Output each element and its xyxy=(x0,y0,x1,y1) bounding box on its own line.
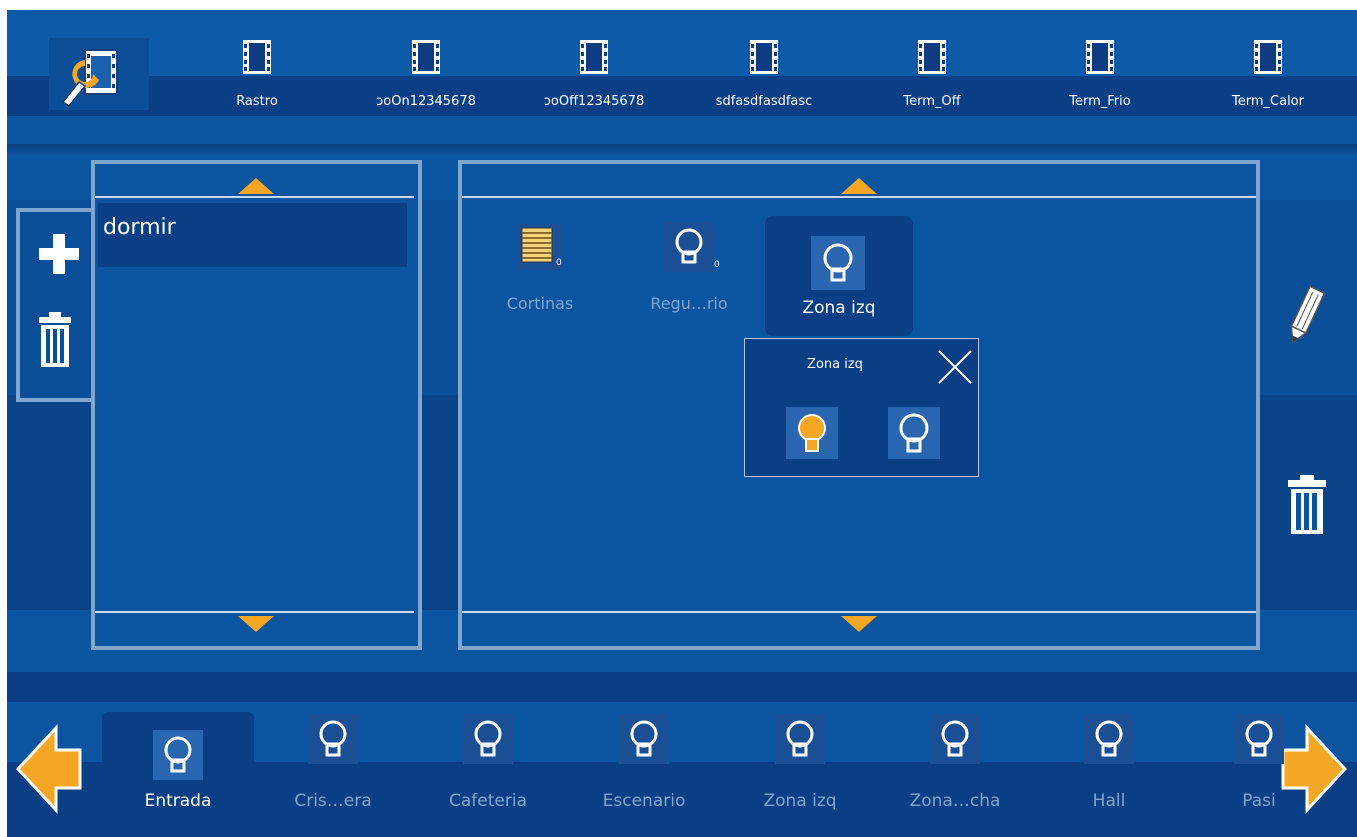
film-icon xyxy=(1086,40,1114,74)
zone-item-1[interactable]: Cris…era xyxy=(257,712,409,826)
tools-button[interactable] xyxy=(49,38,149,110)
scene-shortcut-3[interactable]: sdfasdfasdfasc xyxy=(694,40,834,116)
zone-item-3[interactable]: Escenario xyxy=(568,712,720,826)
zone-label: Cafeteria xyxy=(449,791,527,811)
device-cortinas[interactable]: 0 Cortinas xyxy=(485,220,595,320)
bulb-icon xyxy=(308,714,358,764)
scene-shortcut-label: ↄoOn12345678 xyxy=(376,94,476,109)
film-icon xyxy=(580,40,608,74)
scene-shortcut-1[interactable]: ↄoOn12345678 xyxy=(356,40,496,116)
scene-shortcut-4[interactable]: Term_Off xyxy=(862,40,1002,116)
bulb-icon xyxy=(811,236,865,290)
zone-label: Zona…cha xyxy=(909,791,1001,811)
zone-label: Pasi xyxy=(1242,791,1276,811)
app-screen: Rastro ↄoOn12345678 ↄoOff12345678 sdfasd… xyxy=(7,10,1357,837)
zone-item-2[interactable]: Cafeteria xyxy=(412,712,564,826)
zone-item-6[interactable]: Hall xyxy=(1033,712,1185,826)
bulb-off-button[interactable] xyxy=(888,407,940,459)
scene-shortcut-6[interactable]: Term_Calor xyxy=(1198,40,1338,116)
bulb-icon xyxy=(1234,714,1284,764)
film-icon xyxy=(1254,40,1282,74)
zone-label: Entrada xyxy=(144,791,212,811)
scene-scroll-up[interactable] xyxy=(238,178,274,194)
film-icon xyxy=(918,40,946,74)
popup-title: Zona izq xyxy=(807,357,863,372)
device-regulador[interactable]: 0 Regu…rio xyxy=(634,220,744,320)
add-scene-button[interactable] xyxy=(37,232,81,276)
zone-item-0[interactable]: Entrada xyxy=(102,712,254,826)
bulb-icon xyxy=(930,714,980,764)
bulb-on-button[interactable] xyxy=(786,407,838,459)
scene-shortcut-label: Term_Frio xyxy=(1069,94,1131,109)
film-icon xyxy=(412,40,440,74)
scene-shortcut-2[interactable]: ↄoOff12345678 xyxy=(524,40,664,116)
scene-shortcut-label: Term_Calor xyxy=(1232,94,1304,109)
tools-icon xyxy=(61,49,118,108)
device-popup: Zona izq xyxy=(744,338,979,477)
scene-shortcut-0[interactable]: Rastro xyxy=(187,40,327,116)
device-scroll-down[interactable] xyxy=(841,616,877,632)
scene-shortcut-5[interactable]: Term_Frio xyxy=(1030,40,1170,116)
scene-label: dormir xyxy=(103,215,176,240)
bulb-icon xyxy=(1084,714,1134,764)
scene-shortcut-label: Term_Off xyxy=(903,94,961,109)
film-icon xyxy=(750,40,778,74)
edit-button[interactable] xyxy=(1282,285,1328,347)
delete-device-button[interactable] xyxy=(1286,475,1328,535)
bulb-icon xyxy=(153,730,203,780)
zone-item-4[interactable]: Zona izq xyxy=(724,712,876,826)
zone-item-7[interactable]: Pasi xyxy=(1183,712,1335,826)
bulb-icon xyxy=(664,222,714,272)
zone-item-5[interactable]: Zona…cha xyxy=(879,712,1031,826)
close-icon[interactable] xyxy=(937,349,973,385)
scene-scroll-down[interactable] xyxy=(238,616,274,632)
zone-label: Hall xyxy=(1092,791,1126,811)
delete-scene-button[interactable] xyxy=(37,312,73,368)
bulb-icon xyxy=(463,714,513,764)
zone-label: Zona izq xyxy=(763,791,837,811)
scene-shortcut-label: ↄoOff12345678 xyxy=(543,94,645,109)
zone-label: Cris…era xyxy=(294,791,372,811)
scene-shortcut-label: sdfasdfasdfasc xyxy=(715,94,813,109)
bulb-icon xyxy=(775,714,825,764)
bulb-icon xyxy=(619,714,669,764)
device-zona-izq[interactable]: Zona izq xyxy=(765,216,913,336)
film-icon xyxy=(243,40,271,74)
scene-shortcut-label: Rastro xyxy=(236,94,278,109)
device-scroll-up[interactable] xyxy=(841,178,877,194)
scene-item-dormir[interactable]: dormir xyxy=(98,203,407,267)
prev-arrow-button[interactable] xyxy=(16,724,82,814)
zone-label: Escenario xyxy=(602,791,686,811)
